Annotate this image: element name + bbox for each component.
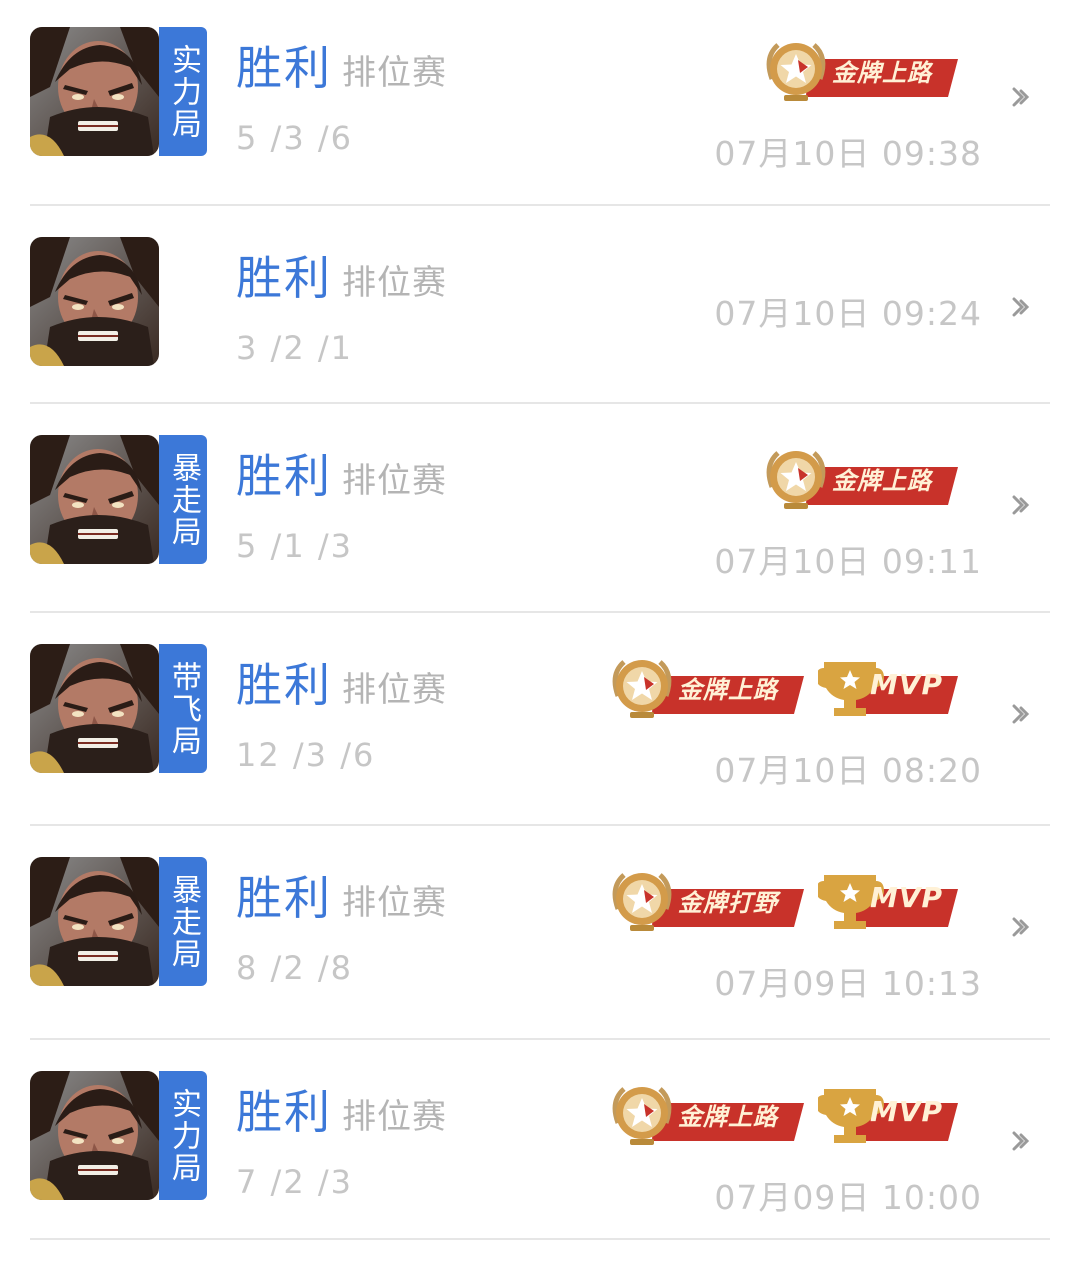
badge-label: 金牌上路 <box>678 675 778 704</box>
match-mode: 排位赛 <box>342 461 447 501</box>
chevron-right-icon[interactable] <box>1008 1127 1036 1155</box>
match-time: 07月10日 09:38 <box>714 134 982 173</box>
kda-stat: 5 /3 /6 <box>236 119 353 157</box>
gold-medal-badge: 金牌上路 <box>762 447 958 511</box>
row-divider <box>30 1238 1050 1240</box>
match-row[interactable]: 实力局 胜利 排位赛 5 /3 /6 07月10日 09:38 金牌上路 <box>30 0 1050 206</box>
badge-label: MVP <box>870 881 944 914</box>
kda-stat: 8 /2 /8 <box>236 949 353 987</box>
match-result: 胜利 <box>236 41 332 95</box>
match-tag: 实力局 <box>159 27 207 156</box>
match-tag: 暴走局 <box>159 857 207 986</box>
badge-label: MVP <box>870 668 944 701</box>
badge-group: 金牌上路 <box>762 39 958 103</box>
match-mode: 排位赛 <box>342 263 447 303</box>
kda-stat: 12 /3 /6 <box>236 736 376 774</box>
match-row[interactable]: 带飞局 胜利 排位赛 12 /3 /6 07月10日 08:20 金牌上路 MVP <box>30 613 1050 826</box>
match-result: 胜利 <box>236 1085 332 1139</box>
match-tag: 暴走局 <box>159 435 207 564</box>
chevron-right-icon[interactable] <box>1008 913 1036 941</box>
hero-portrait-icon <box>30 435 159 564</box>
badge-label: 金牌打野 <box>678 888 778 917</box>
match-time: 07月10日 09:11 <box>714 542 982 581</box>
chevron-right-icon[interactable] <box>1008 83 1036 111</box>
match-tag: 实力局 <box>159 1071 207 1200</box>
gold-medal-badge: 金牌上路 <box>608 1083 804 1147</box>
kda-stat: 5 /1 /3 <box>236 527 353 565</box>
match-row[interactable]: 实力局 胜利 排位赛 7 /2 /3 07月09日 10:00 金牌上路 MVP <box>30 1040 1050 1240</box>
badge-label: 金牌上路 <box>832 466 932 495</box>
match-row[interactable]: 暴走局 胜利 排位赛 8 /2 /8 07月09日 10:13 金牌打野 MVP <box>30 826 1050 1040</box>
hero-portrait-icon <box>30 644 159 773</box>
match-time: 07月10日 09:24 <box>714 294 982 333</box>
badge-label: MVP <box>870 1095 944 1128</box>
hero-portrait-icon <box>30 237 159 366</box>
match-tag: 带飞局 <box>159 644 207 773</box>
badge-group: 金牌打野 MVP <box>608 869 958 933</box>
badge-group: 金牌上路 MVP <box>608 1083 958 1147</box>
match-mode: 排位赛 <box>342 883 447 923</box>
match-row[interactable]: 暴走局 胜利 排位赛 5 /1 /3 07月10日 09:11 金牌上路 <box>30 404 1050 613</box>
hero-portrait-icon <box>30 27 159 156</box>
hero-portrait-icon <box>30 1071 159 1200</box>
chevron-right-icon[interactable] <box>1008 700 1036 728</box>
hero-portrait-icon <box>30 857 159 986</box>
match-mode: 排位赛 <box>342 670 447 710</box>
match-mode: 排位赛 <box>342 53 447 93</box>
match-result: 胜利 <box>236 871 332 925</box>
badge-label: 金牌上路 <box>832 58 932 87</box>
gold-medal-badge: 金牌打野 <box>608 869 804 933</box>
chevron-right-icon[interactable] <box>1008 293 1036 321</box>
badge-group: 金牌上路 <box>762 447 958 511</box>
match-result: 胜利 <box>236 658 332 712</box>
mvp-badge: MVP <box>818 1083 958 1147</box>
mvp-badge: MVP <box>818 656 958 720</box>
match-mode: 排位赛 <box>342 1097 447 1137</box>
kda-stat: 7 /2 /3 <box>236 1163 353 1201</box>
match-result: 胜利 <box>236 251 332 305</box>
match-time: 07月09日 10:13 <box>714 964 982 1003</box>
chevron-right-icon[interactable] <box>1008 491 1036 519</box>
badge-group: 金牌上路 MVP <box>608 656 958 720</box>
mvp-badge: MVP <box>818 869 958 933</box>
gold-medal-badge: 金牌上路 <box>762 39 958 103</box>
gold-medal-badge: 金牌上路 <box>608 656 804 720</box>
match-result: 胜利 <box>236 449 332 503</box>
match-time: 07月09日 10:00 <box>714 1178 982 1217</box>
match-time: 07月10日 08:20 <box>714 751 982 790</box>
match-row[interactable]: 胜利 排位赛 3 /2 /1 07月10日 09:24 <box>30 206 1050 404</box>
kda-stat: 3 /2 /1 <box>236 329 353 367</box>
badge-label: 金牌上路 <box>678 1102 778 1131</box>
